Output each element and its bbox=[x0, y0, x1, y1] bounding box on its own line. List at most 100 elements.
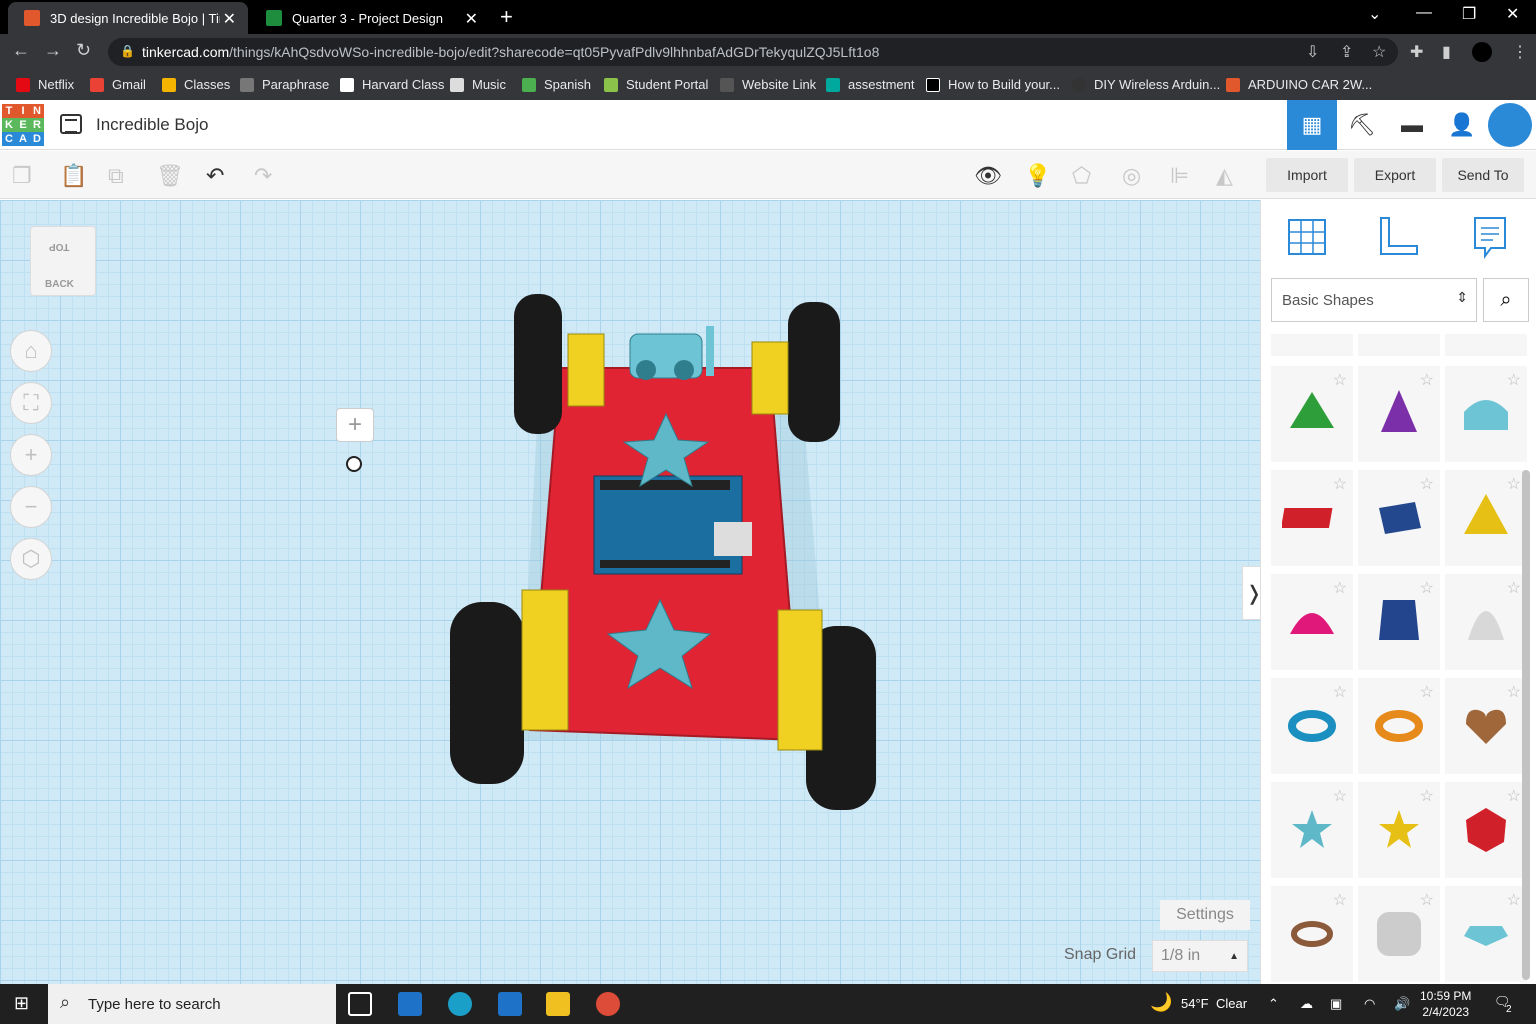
shape-gem[interactable]: ☆ bbox=[1445, 886, 1527, 982]
group-icon[interactable]: ⬠ bbox=[1072, 163, 1091, 189]
home-view-icon[interactable]: ⌂ bbox=[10, 330, 52, 372]
fit-view-icon[interactable]: ⛶ bbox=[10, 382, 52, 424]
shape-roof[interactable]: ☆ bbox=[1271, 366, 1353, 462]
shape-pyramid[interactable]: ☆ bbox=[1445, 470, 1527, 566]
tray-chevron-up-icon[interactable]: ⌃ bbox=[1268, 996, 1279, 1012]
align-icon[interactable]: ⊫ bbox=[1170, 163, 1189, 189]
mail-icon[interactable] bbox=[398, 992, 422, 1016]
bookmark-website-link[interactable]: Website Link bbox=[720, 77, 816, 92]
shape-tube[interactable]: ☆ bbox=[1358, 678, 1440, 774]
notes-icon[interactable]: 👁 bbox=[974, 163, 1002, 189]
design-list-icon[interactable] bbox=[60, 114, 82, 134]
task-view-icon[interactable] bbox=[348, 992, 372, 1016]
shape-text[interactable]: ☆ bbox=[1271, 470, 1353, 566]
shape-tile[interactable] bbox=[1271, 334, 1353, 356]
paste-icon[interactable]: 📋 bbox=[60, 163, 87, 189]
onedrive-icon[interactable]: ☁ bbox=[1300, 996, 1313, 1012]
tab-quarter3[interactable]: Quarter 3 - Project Design ✕ bbox=[250, 2, 490, 34]
tab-tinkercad[interactable]: 3D design Incredible Bojo | Tinke ✕ bbox=[8, 2, 248, 34]
shape-category-select[interactable]: Basic Shapes ⇕ bbox=[1271, 278, 1477, 322]
bookmark-arduino-car[interactable]: ARDUINO CAR 2W... bbox=[1226, 77, 1372, 92]
snap-grid-select[interactable]: 1/8 in ▲ bbox=[1152, 940, 1248, 972]
bookmark-star-icon[interactable]: ☆ bbox=[1372, 42, 1386, 62]
search-icon[interactable]: ⌕ bbox=[1483, 278, 1529, 322]
design-title[interactable]: Incredible Bojo bbox=[96, 115, 208, 135]
close-tab-icon[interactable]: ✕ bbox=[465, 9, 478, 29]
import-button[interactable]: Import bbox=[1266, 158, 1348, 192]
shape-box[interactable]: ☆ bbox=[1358, 470, 1440, 566]
shape-star-gold[interactable]: ☆ bbox=[1358, 782, 1440, 878]
forward-icon[interactable]: → bbox=[44, 40, 62, 61]
bookmark-dev[interactable]: How to Build your... bbox=[926, 77, 1060, 92]
profile-avatar[interactable] bbox=[1472, 42, 1492, 62]
bookmark-classes[interactable]: Classes bbox=[162, 77, 230, 92]
shape-paraboloid[interactable]: ☆ bbox=[1445, 574, 1527, 670]
display-icon[interactable]: ▣ bbox=[1330, 996, 1342, 1012]
extensions-icon[interactable]: ✚ bbox=[1410, 42, 1423, 62]
shape-star[interactable]: ☆ bbox=[1271, 782, 1353, 878]
minimize-icon[interactable]: — bbox=[1416, 4, 1432, 22]
close-tab-icon[interactable]: ✕ bbox=[223, 9, 236, 29]
wifi-icon[interactable]: ◠ bbox=[1364, 996, 1375, 1012]
close-window-icon[interactable]: ✕ bbox=[1506, 4, 1519, 24]
undo-icon[interactable]: ↶ bbox=[206, 163, 224, 189]
light-bulb-icon[interactable]: 💡 bbox=[1024, 163, 1051, 189]
send-to-button[interactable]: Send To bbox=[1442, 158, 1524, 192]
settings-button[interactable]: Settings bbox=[1160, 900, 1250, 930]
moon-weather-icon[interactable]: 🌙 bbox=[1150, 992, 1172, 1013]
ruler-icon[interactable] bbox=[1373, 214, 1421, 260]
shape-tile[interactable] bbox=[1445, 334, 1527, 356]
bookmark-gmail[interactable]: Gmail bbox=[90, 77, 146, 92]
share-icon[interactable]: ⇪ bbox=[1340, 42, 1353, 62]
delete-icon[interactable]: 🗑 bbox=[156, 163, 184, 189]
restore-icon[interactable]: ❐ bbox=[1462, 4, 1476, 24]
ungroup-icon[interactable]: ◎ bbox=[1122, 163, 1141, 189]
back-icon[interactable]: ← bbox=[12, 40, 30, 61]
bookmark-diy-wireless[interactable]: DIY Wireless Arduin... bbox=[1072, 77, 1220, 92]
volume-icon[interactable]: 🔊 bbox=[1394, 996, 1410, 1012]
shape-half-sphere[interactable]: ☆ bbox=[1271, 574, 1353, 670]
duplicate-icon[interactable]: ⧉ bbox=[108, 163, 124, 189]
side-panel-icon[interactable]: ▮ bbox=[1442, 42, 1451, 62]
add-user-icon[interactable]: 👤 bbox=[1437, 100, 1487, 150]
panel-scrollbar[interactable] bbox=[1522, 470, 1530, 980]
add-note-pin-icon[interactable]: + bbox=[336, 408, 374, 442]
url-field[interactable]: 🔒 tinkercad.com/things/kAhQsdvoWSo-incre… bbox=[108, 38, 1398, 66]
shape-ring[interactable]: ☆ bbox=[1271, 886, 1353, 982]
file-explorer-icon[interactable] bbox=[546, 992, 570, 1016]
shape-rounded-box[interactable]: ☆ bbox=[1358, 886, 1440, 982]
taskbar-search-field[interactable]: ⌕ Type here to search bbox=[48, 984, 336, 1024]
bookmark-paraphrase[interactable]: Paraphrase bbox=[240, 77, 329, 92]
zoom-out-icon[interactable]: − bbox=[10, 486, 52, 528]
perspective-icon[interactable]: ⬡ bbox=[10, 538, 52, 580]
export-button[interactable]: Export bbox=[1354, 158, 1436, 192]
bookmark-student-portal[interactable]: Student Portal bbox=[604, 77, 708, 92]
bookmark-harvard[interactable]: Harvard Class bbox=[340, 77, 444, 92]
user-avatar[interactable] bbox=[1488, 103, 1532, 147]
new-tab-icon[interactable]: + bbox=[500, 4, 513, 30]
chrome-icon[interactable] bbox=[596, 992, 620, 1016]
3d-view-grid-icon[interactable]: ▦ bbox=[1287, 100, 1337, 150]
weather-condition[interactable]: Clear bbox=[1216, 996, 1247, 1011]
shape-cone[interactable]: ☆ bbox=[1358, 366, 1440, 462]
bookmark-music[interactable]: Music bbox=[450, 77, 506, 92]
bricks-icon[interactable]: ▬ bbox=[1387, 100, 1437, 150]
workplane-grid-icon[interactable] bbox=[1283, 214, 1331, 260]
windows-start-icon[interactable]: ⊞ bbox=[14, 993, 29, 1014]
install-icon[interactable]: ⇩ bbox=[1306, 42, 1319, 62]
copy-icon[interactable]: ❐ bbox=[12, 163, 32, 189]
weather-temp[interactable]: 54°F bbox=[1181, 996, 1209, 1011]
bookmark-netflix[interactable]: Netflix bbox=[16, 77, 74, 92]
tinkercad-logo[interactable]: T I N K E R C A D bbox=[2, 104, 44, 146]
robot-car-model[interactable] bbox=[440, 290, 890, 830]
mirror-icon[interactable]: ◭ bbox=[1216, 163, 1233, 189]
reload-icon[interactable]: ↻ bbox=[76, 40, 91, 61]
pickaxe-icon[interactable]: ⛏ bbox=[1337, 100, 1387, 150]
bookmark-assestment[interactable]: assestment bbox=[826, 77, 914, 92]
shape-hexagonal-prism[interactable]: ☆ bbox=[1358, 574, 1440, 670]
view-cube[interactable]: TOP BACK bbox=[30, 226, 96, 296]
shape-torus[interactable]: ☆ bbox=[1271, 678, 1353, 774]
bookmark-spanish[interactable]: Spanish bbox=[522, 77, 591, 92]
workplane[interactable]: TOP BACK ⌂ ⛶ + − ⬡ + Settings Snap Grid … bbox=[0, 200, 1260, 984]
tab-search-icon[interactable]: ⌄ bbox=[1368, 4, 1381, 24]
